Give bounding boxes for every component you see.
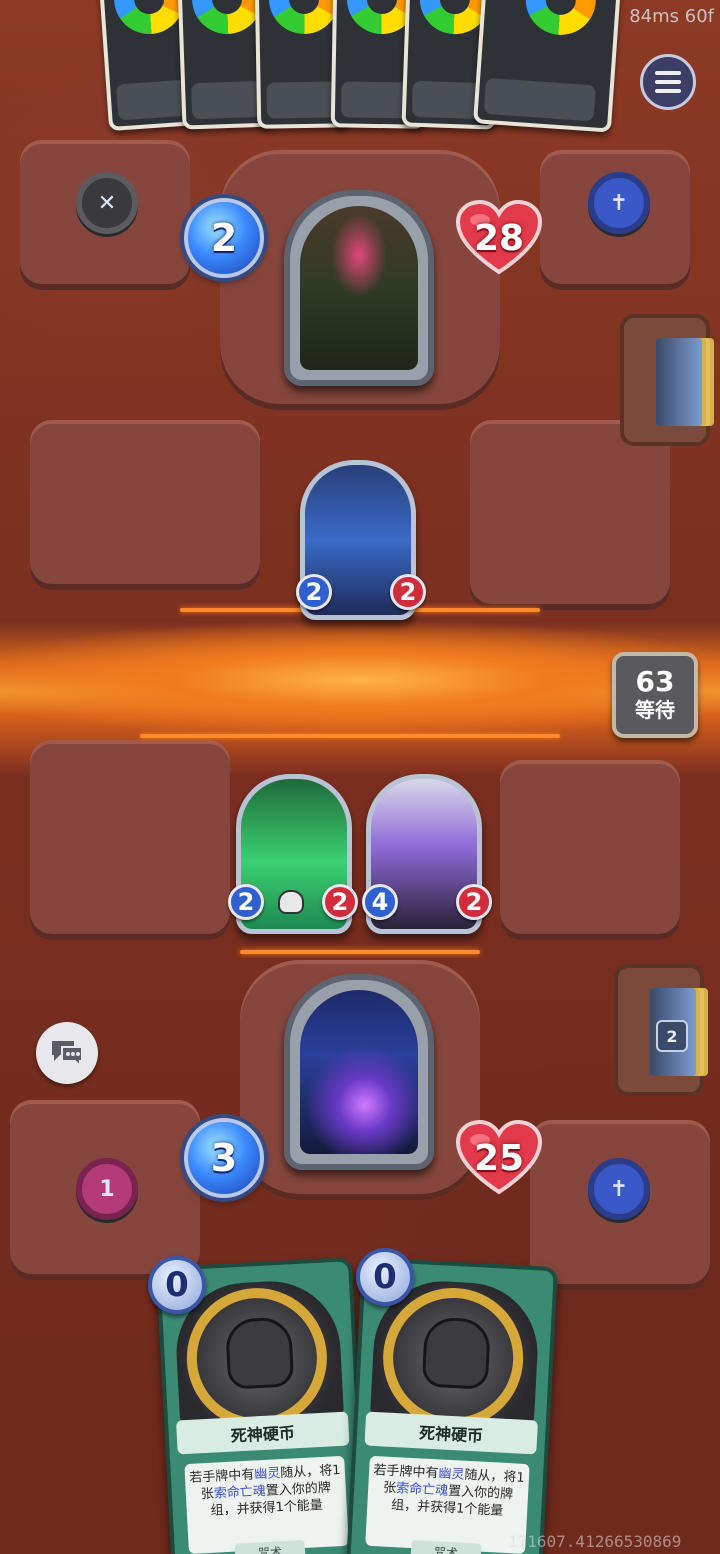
empty-slot-icon: ✕ <box>97 190 117 216</box>
player-hero-portrait[interactable] <box>284 974 434 1170</box>
card-desc-text: 若手牌中有 <box>373 1462 439 1482</box>
stone-decor <box>30 740 230 940</box>
card-back-swirl-icon <box>190 0 264 36</box>
player-socket-value: 1 <box>99 1176 115 1202</box>
menu-icon <box>655 71 681 75</box>
card-back-swirl-icon <box>111 0 187 37</box>
tombstone-icon: ✝ <box>609 190 629 216</box>
turn-number: 63 <box>635 665 675 698</box>
stone-decor <box>470 420 670 610</box>
card-back-swirl-icon <box>523 0 599 38</box>
menu-button[interactable] <box>640 54 696 110</box>
card-back-rock <box>190 80 263 120</box>
card-description: 若手牌中有幽灵随从，将1张索命亡魂置入你的牌组，并获得1个能量 <box>365 1455 530 1554</box>
player-health-value: 25 <box>473 1137 525 1179</box>
deck-cards-icon <box>656 338 702 426</box>
debug-id-text: 171607.41266530869 <box>508 1532 682 1551</box>
stone-decor <box>30 420 260 590</box>
skull-icon <box>224 1316 295 1390</box>
player-hero-power-socket[interactable]: ✝ <box>588 1158 650 1220</box>
player-health-heart: 25 <box>456 1120 542 1196</box>
tombstone-icon: ✝ <box>609 1176 629 1202</box>
skull-icon <box>421 1316 492 1390</box>
opponent-hero-portrait[interactable] <box>284 190 434 386</box>
opponent-health-value: 28 <box>473 217 525 259</box>
card-back-rock <box>411 80 484 120</box>
turn-status-label: 等待 <box>635 698 675 722</box>
card-back-swirl-icon <box>268 0 340 35</box>
minion-attack: 2 <box>296 574 332 610</box>
opponent-weapon-socket[interactable]: ✕ <box>76 172 138 234</box>
card-description: 若手牌中有幽灵随从，将1张索命亡魂置入你的牌组，并获得1个能量 <box>184 1455 349 1554</box>
stone-decor <box>500 760 680 940</box>
opponent-hero-art <box>300 206 418 370</box>
card-desc-text: 若手牌中有 <box>189 1467 255 1486</box>
chat-button[interactable] <box>36 1022 98 1084</box>
minion-health: 2 <box>456 884 492 920</box>
card-keyword: 索命亡魂 <box>213 1483 267 1502</box>
card-keyword: 索命亡魂 <box>395 1481 449 1499</box>
card-cost: 0 <box>148 1256 206 1314</box>
player-mana-orb: 3 <box>184 1118 264 1198</box>
minion-attack: 4 <box>362 884 398 920</box>
player-hero-art <box>300 990 418 1154</box>
opponent-hero-power-socket[interactable]: ✝ <box>588 172 650 234</box>
player-deck[interactable]: 2 <box>614 964 704 1096</box>
menu-icon <box>655 89 681 93</box>
card-keyword: 幽灵 <box>438 1466 465 1483</box>
card-keyword: 幽灵 <box>253 1466 281 1483</box>
minion-health: 2 <box>390 574 426 610</box>
opponent-deck[interactable] <box>620 314 710 446</box>
card-cost: 0 <box>356 1248 414 1306</box>
game-board: 84ms 60f ✕ ✝ 2 28 2 2 63 等待 2 2 4 2 2 3 … <box>0 0 720 1554</box>
turn-indicator[interactable]: 63 等待 <box>612 652 698 738</box>
player-weapon-socket[interactable]: 1 <box>76 1158 138 1220</box>
opponent-hand-card <box>473 0 621 133</box>
menu-icon <box>655 80 681 84</box>
player-deck-count: 2 <box>656 1020 688 1052</box>
chat-icon <box>52 1041 83 1069</box>
fps-counter: 84ms 60f <box>629 6 714 27</box>
opponent-mana-orb: 2 <box>184 198 264 278</box>
card-back-rock <box>483 77 596 122</box>
card-back-rock <box>116 79 189 121</box>
lava-vein <box>240 950 480 954</box>
lava-vein <box>140 734 560 738</box>
skull-icon <box>278 890 304 914</box>
minion-health: 2 <box>322 884 358 920</box>
minion-attack: 2 <box>228 884 264 920</box>
opponent-health-heart: 28 <box>456 200 542 276</box>
card-back-rock <box>266 81 338 119</box>
card-type: 咒术 <box>234 1539 306 1554</box>
